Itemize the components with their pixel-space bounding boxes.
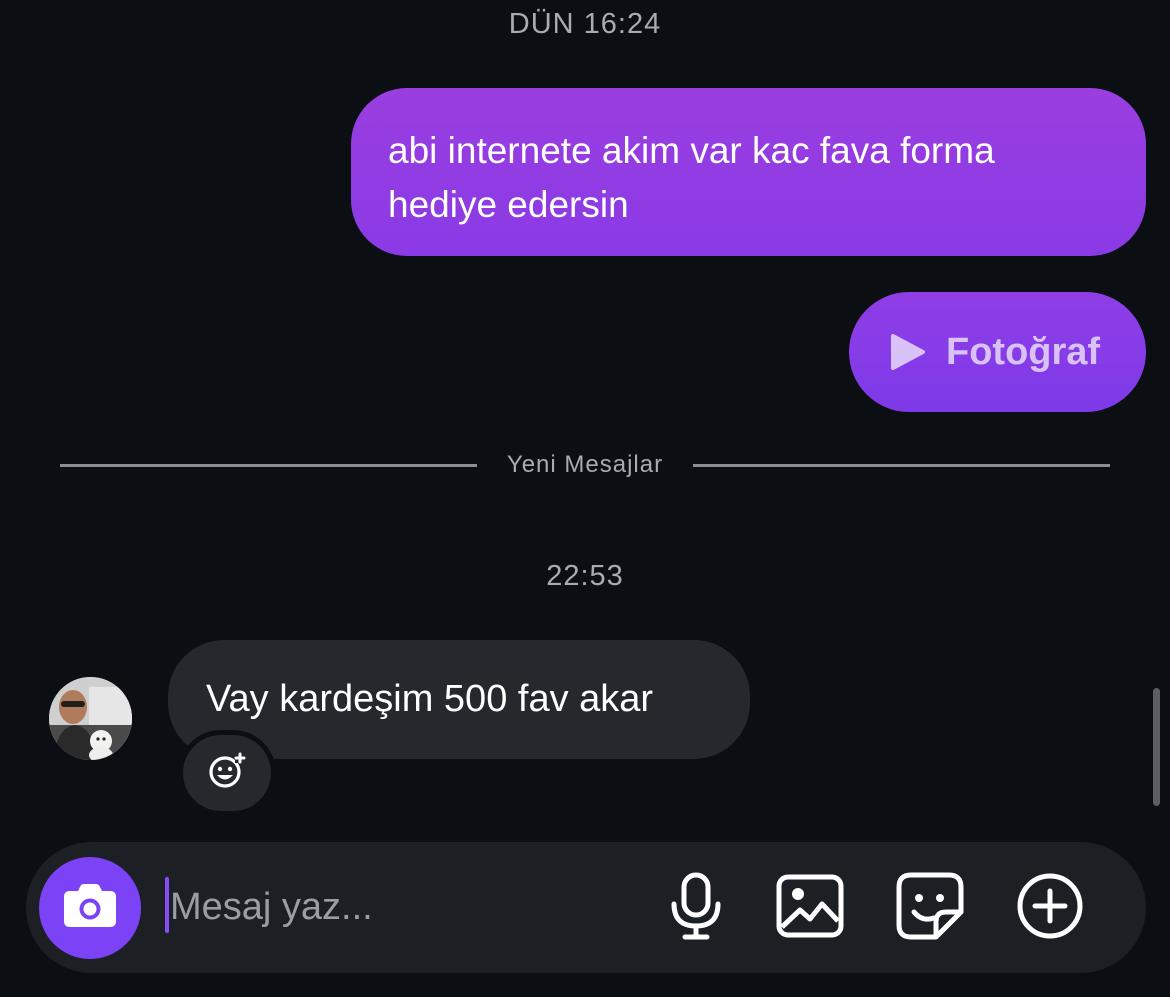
outgoing-message-bubble[interactable]: abi internete akim var kac fava forma he… (351, 88, 1146, 256)
plus-circle-icon (1016, 872, 1084, 945)
timestamp-yesterday: DÜN 16:24 (508, 8, 662, 40)
camera-icon (62, 883, 118, 934)
text-cursor (165, 877, 169, 933)
sticker-icon (896, 872, 964, 945)
timestamp-message: 22:53 (546, 560, 624, 592)
add-reaction-button[interactable] (183, 735, 271, 811)
more-options-button[interactable] (1014, 872, 1086, 944)
scrollbar[interactable] (1153, 688, 1160, 806)
incoming-message-bubble[interactable]: Vay kardeşim 500 fav akar (168, 640, 750, 759)
avatar[interactable] (49, 677, 132, 760)
outgoing-photo-message[interactable]: Fotoğraf (849, 292, 1146, 412)
new-messages-divider: Yeni Mesajlar (60, 447, 1111, 483)
gallery-button[interactable] (774, 872, 846, 944)
divider-line-right (693, 463, 1111, 467)
gallery-icon (776, 874, 844, 943)
divider-line-left (60, 463, 477, 467)
camera-button[interactable] (39, 857, 141, 959)
play-icon (887, 332, 927, 372)
message-input[interactable] (170, 878, 630, 936)
microphone-icon (668, 872, 724, 945)
microphone-button[interactable] (660, 872, 732, 944)
new-messages-label: Yeni Mesajlar (506, 451, 664, 478)
add-emoji-reaction-icon (207, 751, 247, 796)
sticker-button[interactable] (894, 872, 966, 944)
photo-label: Fotoğraf (946, 330, 1101, 373)
